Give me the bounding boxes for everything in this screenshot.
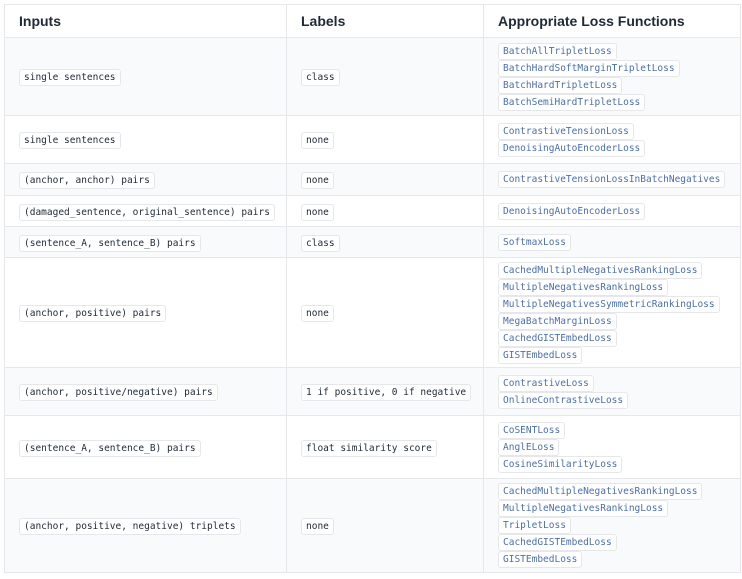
labels-code: none: [301, 518, 334, 535]
loss-function-link[interactable]: MegaBatchMarginLoss: [498, 312, 617, 330]
loss-function-link[interactable]: AnglELoss: [498, 438, 560, 456]
loss-function-link[interactable]: GISTEmbedLoss: [498, 551, 583, 568]
loss-function-link[interactable]: CosineSimilarityLoss: [498, 455, 623, 473]
table-header-row: Inputs Labels Appropriate Loss Functions: [4, 4, 741, 38]
inputs-code: (anchor, positive) pairs: [19, 305, 167, 322]
labels-code: none: [301, 203, 334, 221]
loss-functions-cell: ContrastiveTensionLossInBatchNegatives: [483, 163, 741, 196]
inputs-cell: (anchor, positive) pairs: [4, 257, 287, 368]
loss-function-list: CoSENTLoss AnglELoss CosineSimilarityLoss: [498, 421, 740, 473]
loss-function-link[interactable]: OnlineContrastiveLoss: [498, 391, 629, 409]
inputs-cell: (anchor, anchor) pairs: [4, 163, 287, 196]
table-row: (anchor, anchor) pairs none ContrastiveTen…: [4, 163, 741, 196]
labels-code: none: [301, 305, 334, 322]
loss-function-link[interactable]: GISTEmbedLoss: [498, 346, 583, 364]
loss-function-link[interactable]: ContrastiveTensionLoss: [498, 122, 634, 140]
loss-functions-cell: ContrastiveTensionLoss DenoisingAutoEncod…: [483, 115, 741, 164]
loss-function-list: CachedMultipleNegativesRankingLoss Multip…: [498, 261, 740, 364]
inputs-cell: (sentence_A, sentence_B) pairs: [4, 415, 287, 479]
table-row: (damaged_sentence, original_sentence) pa…: [4, 195, 741, 227]
table-row: (sentence_A, sentence_B) pairs float simi…: [4, 415, 741, 479]
loss-function-list: SoftmaxLoss: [498, 233, 740, 251]
loss-functions-cell: DenoisingAutoEncoderLoss: [483, 195, 741, 227]
loss-function-link[interactable]: ContrastiveTensionLossInBatchNegatives: [498, 171, 726, 188]
inputs-cell: single sentences: [4, 115, 287, 164]
table-row: (anchor, positive/negative) pairs 1 if po…: [4, 367, 741, 416]
loss-function-link[interactable]: ContrastiveLoss: [498, 374, 594, 392]
inputs-code: (anchor, positive/negative) pairs: [19, 384, 218, 401]
loss-function-link[interactable]: MultipleNegativesRankingLoss: [498, 278, 669, 296]
loss-function-list: DenoisingAutoEncoderLoss: [498, 202, 740, 220]
loss-functions-cell: CachedMultipleNegativesRankingLoss Multip…: [483, 257, 741, 368]
loss-function-link[interactable]: CachedMultipleNegativesRankingLoss: [498, 261, 703, 279]
loss-function-list: ContrastiveLoss OnlineContrastiveLoss: [498, 374, 740, 409]
inputs-code: single sentences: [19, 132, 121, 149]
loss-function-link[interactable]: CachedMultipleNegativesRankingLoss: [498, 483, 703, 500]
inputs-code: (sentence_A, sentence_B) pairs: [19, 439, 201, 457]
labels-cell: none: [286, 478, 484, 573]
table-row: single sentences class BatchAllTripletLoss…: [4, 37, 741, 116]
loss-function-link[interactable]: DenoisingAutoEncoderLoss: [498, 202, 646, 220]
labels-cell: class: [286, 37, 484, 116]
table-body: single sentences class BatchAllTripletLoss…: [4, 37, 741, 573]
inputs-code: (sentence_A, sentence_B) pairs: [19, 234, 201, 252]
labels-code: class: [301, 69, 340, 86]
inputs-code: (anchor, positive, negative) triplets: [19, 518, 241, 535]
labels-cell: none: [286, 115, 484, 164]
labels-cell: none: [286, 257, 484, 368]
column-header-inputs: Inputs: [4, 4, 287, 38]
labels-cell: none: [286, 195, 484, 227]
loss-function-link[interactable]: BatchHardTripletLoss: [498, 76, 623, 94]
loss-function-list: BatchAllTripletLoss BatchHardSoftMarginTr…: [498, 42, 740, 111]
labels-cell: none: [286, 163, 484, 196]
inputs-cell: (anchor, positive, negative) triplets: [4, 478, 287, 573]
labels-code: none: [301, 132, 334, 149]
loss-functions-table-container: Inputs Labels Appropriate Loss Functions…: [4, 4, 741, 573]
loss-function-list: ContrastiveTensionLossInBatchNegatives: [498, 171, 740, 188]
loss-functions-cell: BatchAllTripletLoss BatchHardSoftMarginTr…: [483, 37, 741, 116]
loss-function-link[interactable]: MultipleNegativesSymmetricRankingLoss: [498, 295, 720, 313]
loss-function-link[interactable]: CoSENTLoss: [498, 421, 566, 439]
loss-function-link[interactable]: MultipleNegativesRankingLoss: [498, 500, 669, 517]
inputs-cell: (sentence_A, sentence_B) pairs: [4, 226, 287, 258]
labels-code: float similarity score: [301, 439, 437, 457]
column-header-loss-functions: Appropriate Loss Functions: [483, 4, 741, 38]
loss-function-link[interactable]: TripletLoss: [498, 517, 571, 534]
loss-functions-cell: CachedMultipleNegativesRankingLoss Multip…: [483, 478, 741, 573]
inputs-code: single sentences: [19, 69, 121, 86]
loss-function-list: CachedMultipleNegativesRankingLoss Multip…: [498, 483, 740, 568]
table-row: (anchor, positive, negative) triplets non…: [4, 478, 741, 573]
loss-functions-table: Inputs Labels Appropriate Loss Functions…: [4, 4, 741, 573]
inputs-cell: (damaged_sentence, original_sentence) pa…: [4, 195, 287, 227]
column-header-labels: Labels: [286, 4, 484, 38]
loss-function-list: ContrastiveTensionLoss DenoisingAutoEncod…: [498, 122, 740, 157]
labels-code: 1 if positive, 0 if negative: [301, 384, 472, 401]
labels-code: class: [301, 234, 340, 252]
loss-function-link[interactable]: SoftmaxLoss: [498, 233, 571, 251]
inputs-cell: single sentences: [4, 37, 287, 116]
inputs-cell: (anchor, positive/negative) pairs: [4, 367, 287, 416]
inputs-code: (anchor, anchor) pairs: [19, 172, 155, 189]
loss-function-link[interactable]: BatchSemiHardTripletLoss: [498, 93, 646, 111]
table-row: (anchor, positive) pairs none CachedMultip…: [4, 257, 741, 368]
loss-function-link[interactable]: BatchAllTripletLoss: [498, 42, 617, 60]
table-row: single sentences none ContrastiveTensionLo…: [4, 115, 741, 164]
loss-function-link[interactable]: CachedGISTEmbedLoss: [498, 534, 617, 551]
inputs-code: (damaged_sentence, original_sentence) pa…: [19, 203, 275, 221]
loss-functions-cell: CoSENTLoss AnglELoss CosineSimilarityLoss: [483, 415, 741, 479]
labels-cell: class: [286, 226, 484, 258]
loss-function-link[interactable]: CachedGISTEmbedLoss: [498, 329, 617, 347]
loss-function-link[interactable]: DenoisingAutoEncoderLoss: [498, 139, 646, 157]
loss-functions-cell: SoftmaxLoss: [483, 226, 741, 258]
loss-function-link[interactable]: BatchHardSoftMarginTripletLoss: [498, 59, 680, 77]
labels-cell: 1 if positive, 0 if negative: [286, 367, 484, 416]
table-row: (sentence_A, sentence_B) pairs class Softm…: [4, 226, 741, 258]
loss-functions-cell: ContrastiveLoss OnlineContrastiveLoss: [483, 367, 741, 416]
labels-cell: float similarity score: [286, 415, 484, 479]
labels-code: none: [301, 172, 334, 189]
